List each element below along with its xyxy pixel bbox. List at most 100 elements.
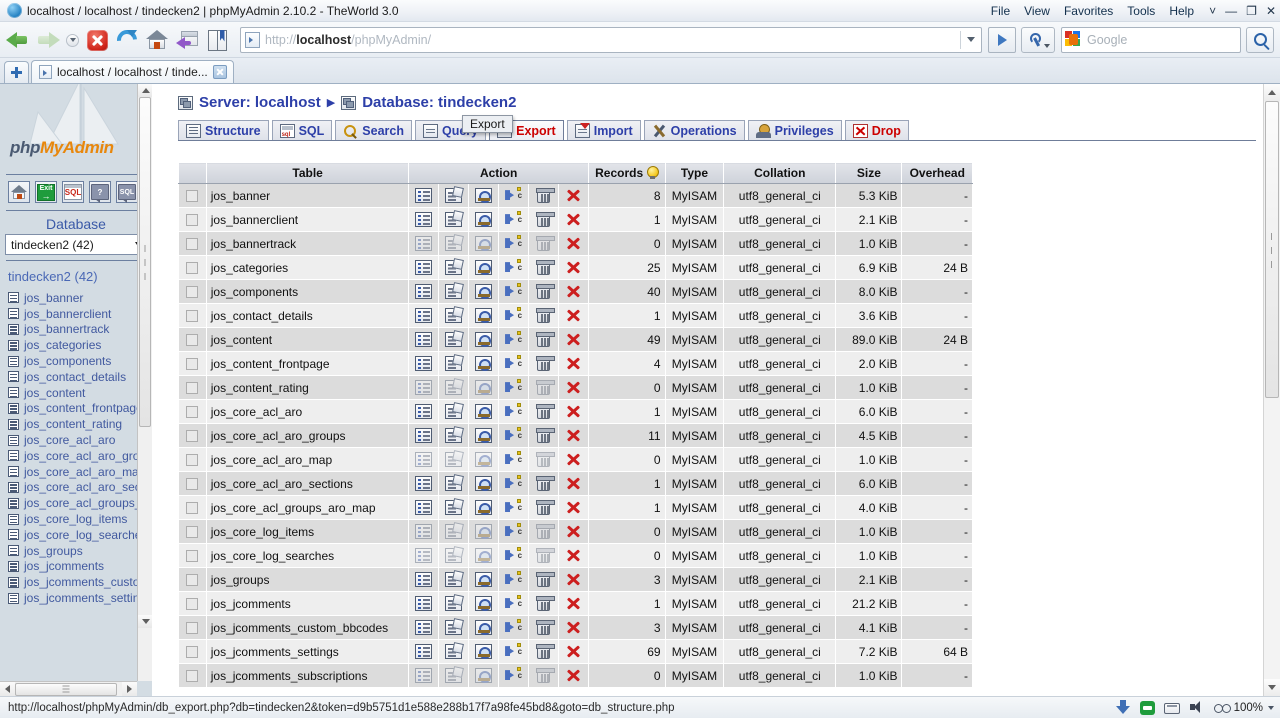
action-cell[interactable] (528, 568, 558, 592)
row-checkbox-cell[interactable] (179, 520, 207, 544)
action-cell[interactable] (528, 256, 558, 280)
structure-icon[interactable] (445, 572, 462, 587)
action-cell[interactable] (409, 232, 439, 256)
row-checkbox-cell[interactable] (179, 472, 207, 496)
action-cell[interactable] (499, 256, 529, 280)
browse-icon[interactable] (415, 548, 432, 563)
insert-icon[interactable] (505, 668, 522, 683)
table-name-cell[interactable]: jos_core_acl_aro_groups (206, 424, 409, 448)
action-cell[interactable] (499, 232, 529, 256)
browse-icon[interactable] (415, 524, 432, 539)
action-cell[interactable] (439, 280, 469, 304)
row-checkbox-cell[interactable] (179, 256, 207, 280)
address-bar[interactable]: http://localhost/phpMyAdmin/ (240, 27, 982, 53)
table-row[interactable]: jos_groups3MyISAMutf8_general_ci2.1 KiB- (179, 568, 973, 592)
table-name-cell[interactable]: jos_core_acl_aro_sections (206, 472, 409, 496)
scroll-down-icon[interactable] (138, 615, 152, 628)
empty-icon[interactable] (537, 309, 550, 323)
action-cell[interactable] (409, 664, 439, 688)
action-cell[interactable] (469, 328, 499, 352)
action-cell[interactable] (558, 616, 588, 640)
navi-hscroll-thumb[interactable] (15, 683, 117, 696)
search-input[interactable]: Google (1087, 33, 1238, 47)
table-row[interactable]: jos_banner8MyISAMutf8_general_ci5.3 KiB- (179, 184, 973, 208)
action-cell[interactable] (499, 472, 529, 496)
drop-icon[interactable] (565, 188, 582, 203)
browse-icon[interactable] (415, 308, 432, 323)
navi-table-item[interactable]: jos_jcomments_setting (8, 590, 152, 606)
row-checkbox-cell[interactable] (179, 544, 207, 568)
navi-table-item[interactable]: jos_bannerclient (8, 306, 152, 322)
navi-table-item[interactable]: jos_core_log_searches (8, 527, 152, 543)
table-row[interactable]: jos_jcomments_settings69MyISAMutf8_gener… (179, 640, 973, 664)
action-cell[interactable] (499, 352, 529, 376)
empty-icon[interactable] (537, 213, 550, 227)
empty-icon[interactable] (537, 261, 550, 275)
row-checkbox[interactable] (186, 646, 198, 658)
close-icon[interactable]: ✕ (1266, 5, 1276, 17)
empty-icon[interactable] (537, 573, 550, 587)
table-row[interactable]: jos_content_frontpage4MyISAMutf8_general… (179, 352, 973, 376)
drop-icon[interactable] (565, 572, 582, 587)
empty-icon[interactable] (537, 285, 550, 299)
search-icon[interactable] (475, 620, 492, 635)
table-name-cell[interactable]: jos_core_acl_aro_map (206, 448, 409, 472)
empty-icon[interactable] (537, 381, 550, 395)
row-checkbox[interactable] (186, 406, 198, 418)
table-name-cell[interactable]: jos_bannertrack (206, 232, 409, 256)
drop-icon[interactable] (565, 500, 582, 515)
row-checkbox[interactable] (186, 214, 198, 226)
action-cell[interactable] (558, 256, 588, 280)
action-cell[interactable] (499, 208, 529, 232)
navi-vscroll-thumb[interactable] (139, 97, 151, 427)
forward-button[interactable] (36, 25, 66, 55)
structure-icon[interactable] (445, 308, 462, 323)
action-cell[interactable] (558, 304, 588, 328)
scroll-left-icon[interactable] (0, 682, 15, 697)
scroll-up-icon[interactable] (138, 84, 152, 97)
header-size[interactable]: Size (836, 163, 902, 184)
table-name-cell[interactable]: jos_jcomments (206, 592, 409, 616)
table-name-cell[interactable]: jos_groups (206, 568, 409, 592)
structure-icon[interactable] (445, 428, 462, 443)
search-icon[interactable] (475, 476, 492, 491)
browse-icon[interactable] (415, 500, 432, 515)
table-name-cell[interactable]: jos_components (206, 280, 409, 304)
structure-icon[interactable] (445, 356, 462, 371)
row-checkbox-cell[interactable] (179, 448, 207, 472)
row-checkbox[interactable] (186, 526, 198, 538)
action-cell[interactable] (558, 448, 588, 472)
action-cell[interactable] (469, 352, 499, 376)
browse-icon[interactable] (415, 356, 432, 371)
empty-icon[interactable] (537, 453, 550, 467)
drop-icon[interactable] (565, 212, 582, 227)
insert-icon[interactable] (505, 572, 522, 587)
drop-icon[interactable] (565, 668, 582, 683)
row-checkbox-cell[interactable] (179, 328, 207, 352)
action-cell[interactable] (558, 496, 588, 520)
action-cell[interactable] (558, 376, 588, 400)
table-row[interactable]: jos_components40MyISAMutf8_general_ci8.0… (179, 280, 973, 304)
action-cell[interactable] (499, 496, 529, 520)
database-select[interactable]: tindecken2 (42) (5, 234, 147, 255)
action-cell[interactable] (469, 640, 499, 664)
action-cell[interactable] (499, 616, 529, 640)
table-name-cell[interactable]: jos_content_frontpage (206, 352, 409, 376)
pma-tab-import[interactable]: Import (567, 120, 641, 140)
table-name-cell[interactable]: jos_core_acl_groups_aro_map (206, 496, 409, 520)
action-cell[interactable] (469, 280, 499, 304)
action-cell[interactable] (528, 520, 558, 544)
row-checkbox[interactable] (186, 262, 198, 274)
browse-icon[interactable] (415, 212, 432, 227)
search-icon[interactable] (475, 260, 492, 275)
search-icon[interactable] (475, 356, 492, 371)
empty-icon[interactable] (537, 549, 550, 563)
insert-icon[interactable] (505, 404, 522, 419)
action-cell[interactable] (439, 232, 469, 256)
navi-table-item[interactable]: jos_core_acl_groups_a (8, 495, 152, 511)
search-icon[interactable] (475, 572, 492, 587)
browse-icon[interactable] (415, 620, 432, 635)
action-cell[interactable] (409, 280, 439, 304)
action-cell[interactable] (409, 472, 439, 496)
action-cell[interactable] (528, 424, 558, 448)
